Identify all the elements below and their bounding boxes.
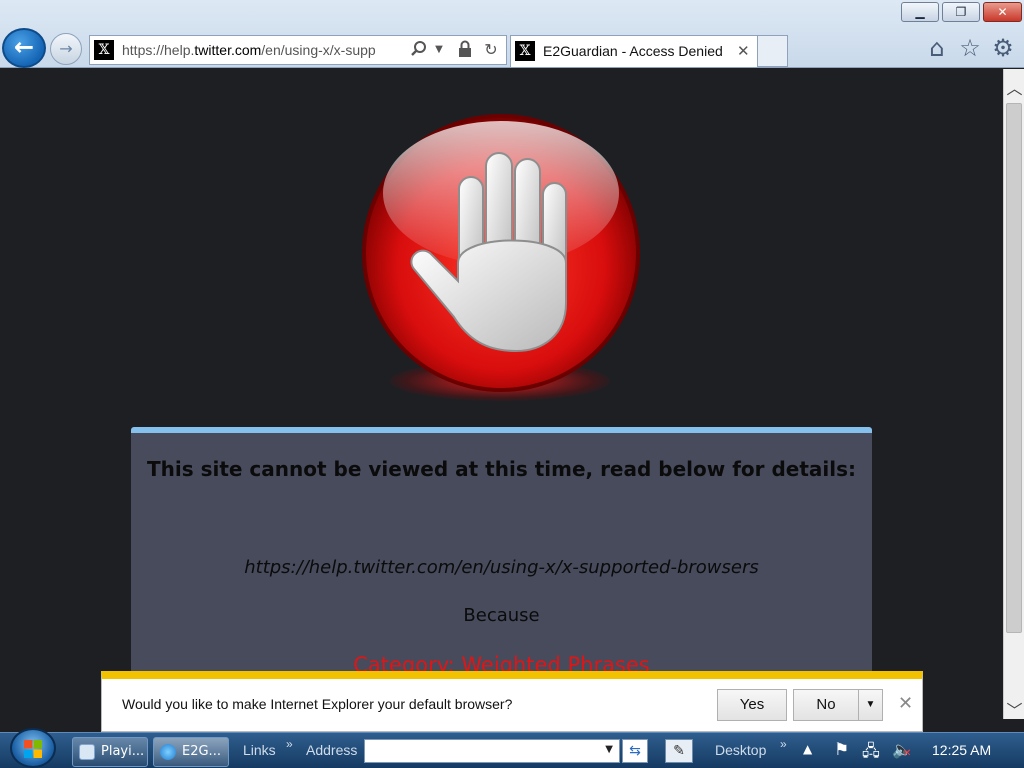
x-logo-icon: 𝕏 (94, 40, 114, 60)
windows-logo-icon (24, 740, 42, 758)
action-center-flag-icon[interactable]: ⚑ (834, 740, 849, 760)
scroll-up-arrow-icon[interactable]: ︿ (1004, 75, 1024, 101)
stop-hand-icon (362, 114, 640, 392)
tab-title: E2Guardian - Access Denied (543, 43, 723, 59)
url-prefix: https://help. (122, 42, 195, 58)
url-path: /en/using-x/x-supp (261, 42, 376, 58)
new-tab-button[interactable] (758, 35, 788, 67)
desktop-chevron-icon[interactable]: » (780, 737, 787, 751)
close-tab-icon[interactable]: ✕ (737, 42, 750, 60)
internet-explorer-icon (160, 744, 176, 760)
taskbar-item-e2guardian[interactable]: E2G... (153, 737, 229, 767)
page-content: This site cannot be viewed at this time,… (0, 69, 1003, 719)
url-host: twitter.com (194, 42, 262, 58)
network-icon[interactable]: 🖧 (862, 740, 880, 767)
window-icon (79, 744, 95, 760)
show-hidden-icons-icon[interactable]: ▲ (803, 742, 812, 756)
blocked-url: https://help.twitter.com/en/using-x/x-su… (244, 557, 759, 578)
scroll-thumb[interactable] (1006, 103, 1022, 633)
links-chevron-icon[interactable]: » (286, 737, 293, 751)
chevron-down-icon[interactable]: ▼ (605, 744, 613, 755)
panel-heading: This site cannot be viewed at this time,… (146, 457, 857, 481)
search-icon[interactable] (408, 40, 430, 60)
home-icon[interactable]: ⌂ (923, 34, 951, 62)
vertical-scrollbar[interactable]: ︿ ﹀ (1003, 69, 1024, 720)
mute-x-icon: ✕ (903, 748, 912, 759)
scroll-down-arrow-icon[interactable]: ﹀ (1004, 697, 1024, 720)
favorites-star-icon[interactable]: ☆ (956, 34, 984, 62)
gear-icon[interactable]: ⚙ (989, 34, 1017, 62)
address-bar[interactable]: 𝕏 https://help.twitter.com/en/using-x/x-… (89, 35, 507, 65)
links-toolbar-label[interactable]: Links (243, 742, 276, 758)
close-window-button[interactable]: ✕ (983, 2, 1022, 22)
tab-e2guardian[interactable]: 𝕏 E2Guardian - Access Denied ✕ (510, 35, 758, 67)
x-logo-icon: 𝕏 (515, 41, 535, 61)
taskbar-item-label: E2G... (182, 744, 221, 759)
taskbar-item-playing[interactable]: Playi... (72, 737, 148, 767)
url-text[interactable]: https://help.twitter.com/en/using-x/x-su… (122, 42, 394, 60)
go-button[interactable]: ⇆ (622, 739, 648, 763)
minimize-button[interactable]: ▁ (901, 2, 939, 22)
clock[interactable]: 12:25 AM (932, 742, 991, 758)
default-browser-notification: Would you like to make Internet Explorer… (101, 671, 923, 732)
notification-message: Would you like to make Internet Explorer… (122, 696, 513, 712)
no-button[interactable]: No (793, 689, 859, 721)
taskbar-item-label: Playi... (101, 744, 145, 759)
taskbar-address-input[interactable]: ▼ (364, 739, 620, 763)
pen-input-icon[interactable]: ✎ (665, 739, 693, 763)
browser-chrome: ▁ ❐ ✕ ← → 𝕏 https://help.twitter.com/en/… (0, 0, 1024, 68)
lock-icon[interactable] (456, 40, 474, 60)
because-label: Because (463, 605, 540, 626)
back-arrow-icon: ← (13, 33, 35, 61)
desktop-toolbar-label[interactable]: Desktop (715, 742, 766, 758)
close-notification-icon[interactable]: ✕ (898, 693, 913, 714)
address-toolbar-label: Address (306, 742, 358, 758)
taskbar: Playi... E2G... Links » Address ▼ ⇆ ✎ De… (0, 732, 1024, 768)
back-button[interactable]: ← (2, 28, 46, 68)
chevron-down-icon[interactable]: ▼ (432, 40, 446, 60)
forward-button[interactable]: → (50, 33, 82, 65)
maximize-button[interactable]: ❐ (942, 2, 980, 22)
no-options-dropdown-icon[interactable]: ▼ (858, 689, 883, 721)
refresh-icon[interactable]: ↻ (480, 40, 502, 60)
yes-button[interactable]: Yes (717, 689, 787, 721)
start-button[interactable] (10, 728, 56, 768)
forward-arrow-icon: → (59, 39, 73, 58)
